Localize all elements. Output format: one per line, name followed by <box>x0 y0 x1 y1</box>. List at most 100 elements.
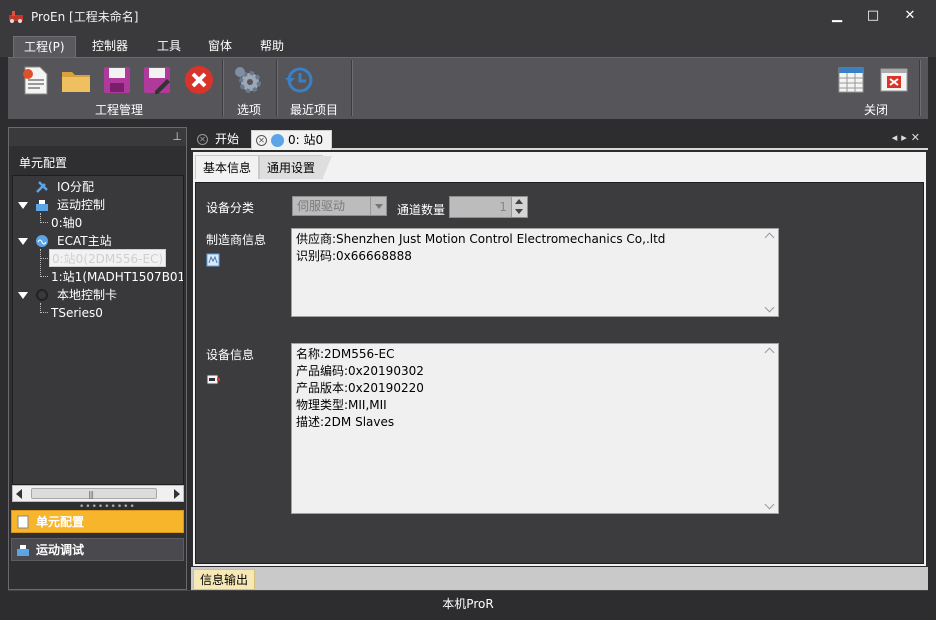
channel-count-stepper[interactable]: 1 <box>449 196 528 218</box>
vertical-scrollbar[interactable] <box>763 345 777 512</box>
device-category-select[interactable]: 伺服驱动 <box>292 196 387 216</box>
device-info-box[interactable]: 名称:2DM556-EC 产品编码:0x20190302 产品版本:0x2019… <box>291 343 779 514</box>
status-text: 本机ProR <box>442 597 494 611</box>
menu-project[interactable]: 工程(P) <box>13 36 76 57</box>
panel-title: 单元配置 <box>19 156 68 170</box>
open-folder-icon[interactable] <box>60 64 92 96</box>
scroll-down-icon[interactable] <box>764 302 775 313</box>
tab-info-output[interactable]: 信息输出 <box>193 569 256 590</box>
title-bar: ProEn [工程未命名] ▁ □ ✕ <box>0 0 936 33</box>
tab-start-label: 开始 <box>215 132 240 146</box>
nav-motion-debug-button[interactable]: 运动调试 <box>11 538 184 561</box>
gear-icon[interactable] <box>232 64 264 96</box>
tree-item-motion[interactable]: 运动控制 <box>57 196 105 214</box>
minimize-button[interactable]: ▁ <box>824 6 850 26</box>
close-tab-icon[interactable]: ✕ <box>197 134 208 145</box>
tree-item-tseries[interactable]: TSeries0 <box>51 304 103 322</box>
options-label[interactable]: 选项 <box>237 101 261 118</box>
menu-help[interactable]: 帮助 <box>250 36 294 57</box>
vendor-info-box[interactable]: 供应商:Shenzhen Just Motion Control Electro… <box>291 228 779 317</box>
save-as-icon[interactable] <box>141 64 173 96</box>
vendor-info-label: 制造商信息 <box>206 233 267 247</box>
device-name-line: 名称:2DM556-EC <box>296 347 395 361</box>
channel-count-value: 1 <box>499 200 507 214</box>
status-bar: 本机ProR <box>8 590 928 612</box>
grid-sheet-icon[interactable] <box>836 64 868 96</box>
menu-bar: 工程(P) 控制器 工具 窗体 帮助 <box>0 33 936 57</box>
tree-line <box>40 222 48 223</box>
new-file-icon[interactable] <box>20 64 52 96</box>
ribbon-separator <box>276 60 278 116</box>
ribbon-separator <box>919 60 921 116</box>
tree-item-io[interactable]: IO分配 <box>57 178 94 196</box>
device-info-label: 设备信息 <box>206 348 255 362</box>
nav-unit-config-button[interactable]: 单元配置 <box>11 510 184 533</box>
tree-item-station0[interactable]: 0:站0(2DM556-EC) <box>49 249 167 267</box>
project-management-label: 工程管理 <box>95 103 144 117</box>
tree-item-local-card[interactable]: 本地控制卡 <box>57 286 117 304</box>
tab-navigation-icons[interactable]: ◂▸✕ <box>892 131 924 144</box>
device-version-line: 产品版本:0x20190220 <box>296 381 424 395</box>
tree-line <box>40 312 48 313</box>
tab-general-settings[interactable]: 通用设置 <box>259 155 333 180</box>
tab-station0[interactable]: ✕ 0: 站0 <box>251 130 333 150</box>
chevron-down-icon[interactable] <box>370 197 386 215</box>
close-tab-icon[interactable]: ✕ <box>256 135 267 146</box>
expand-arrow-icon[interactable] <box>18 292 28 299</box>
pin-icon[interactable]: ⊥ <box>172 130 182 143</box>
sub-tab-strip: 基本信息 通用设置 <box>193 152 926 182</box>
tree-item-axis0[interactable]: 0:轴0 <box>51 214 82 232</box>
stepper-up-icon[interactable] <box>515 199 523 204</box>
stepper-buttons[interactable] <box>511 197 527 217</box>
panel-header: ⊥ <box>9 128 186 146</box>
nav-motion-debug-label: 运动调试 <box>36 543 85 557</box>
scroll-down-icon[interactable] <box>764 499 775 510</box>
close-label[interactable]: 关闭 <box>864 101 888 118</box>
tab-station0-label: 0: 站0 <box>288 133 324 147</box>
scroll-left-icon[interactable] <box>16 489 22 499</box>
tools-icon <box>36 181 48 193</box>
vertical-scrollbar[interactable] <box>763 230 777 315</box>
basic-info-content: 设备分类 伺服驱动 通道数量 1 制造商信息 供应商:Shenzhen Just… <box>195 182 924 564</box>
channel-count-label: 通道数量 <box>397 203 446 217</box>
expand-arrow-icon[interactable] <box>18 202 28 209</box>
nav-unit-config-label: 单元配置 <box>36 515 85 529</box>
scroll-up-icon[interactable] <box>764 232 775 243</box>
document-icon <box>17 515 29 529</box>
tree-item-station1[interactable]: 1:站1(MADHT1507B01 <box>51 268 183 286</box>
device-category-value: 伺服驱动 <box>297 199 346 213</box>
menu-window[interactable]: 窗体 <box>198 36 242 57</box>
config-tree: IO分配 运动控制 0:轴0 ECAT主站 0:站0(2DM556-EC) 1:… <box>12 175 184 485</box>
horizontal-scrollbar[interactable]: ||| <box>12 485 184 502</box>
tab-basic-info[interactable]: 基本信息 <box>195 155 260 179</box>
device-description-line: 描述:2DM Slaves <box>296 415 395 429</box>
save-icon[interactable] <box>101 64 133 96</box>
scroll-right-icon[interactable] <box>174 489 180 499</box>
station-details-panel: 基本信息 通用设置 设备分类 伺服驱动 通道数量 1 制造商信息 供应商:She… <box>193 152 926 566</box>
scroll-up-icon[interactable] <box>764 347 775 358</box>
close-window-button[interactable]: ✕ <box>897 6 923 26</box>
stepper-down-icon[interactable] <box>515 209 523 214</box>
vendor-supplier-line: 供应商:Shenzhen Just Motion Control Electro… <box>296 232 666 246</box>
ecat-icon <box>36 235 48 247</box>
menu-controller[interactable]: 控制器 <box>82 36 138 57</box>
tree-item-ecat[interactable]: ECAT主站 <box>57 232 112 250</box>
recent-projects-label[interactable]: 最近项目 <box>290 101 338 118</box>
maximize-button[interactable]: □ <box>860 6 886 26</box>
tab-start[interactable]: ✕ 开始 <box>193 130 247 150</box>
menu-tools[interactable]: 工具 <box>147 36 191 57</box>
ecat-station-icon <box>271 134 284 147</box>
expand-arrow-icon[interactable] <box>18 238 28 245</box>
tree-line <box>40 249 41 277</box>
device-physics-line: 物理类型:MII,MII <box>296 398 387 412</box>
window-title: ProEn [工程未命名] <box>31 10 139 24</box>
history-icon[interactable] <box>283 64 315 96</box>
delete-icon[interactable] <box>183 64 215 96</box>
device-code-line: 产品编码:0x20190302 <box>296 364 424 378</box>
app-logo-icon <box>9 11 23 23</box>
ribbon: 工程管理 选项 最近项目 关闭 <box>8 57 928 119</box>
scroll-thumb[interactable]: ||| <box>31 488 157 499</box>
close-project-icon[interactable] <box>878 64 910 96</box>
motion-debug-icon <box>17 545 29 556</box>
ribbon-separator <box>222 60 224 116</box>
